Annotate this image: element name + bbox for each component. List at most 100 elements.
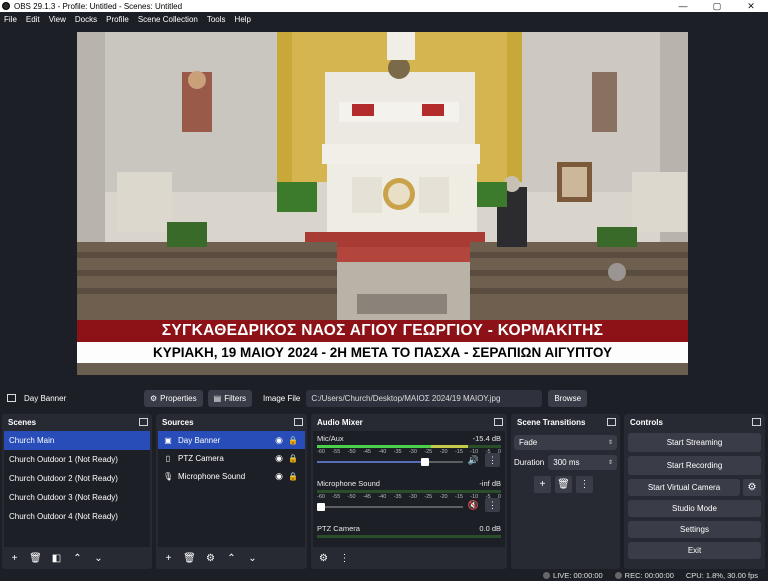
duration-value: 300 ms	[553, 458, 580, 467]
channel-menu-icon[interactable]: ⋮	[485, 498, 500, 512]
image-path-field[interactable]: C:/Users/Church/Desktop/ΜΑΙΟΣ 2024/19 ΜΑ…	[306, 389, 543, 407]
remove-source-trash-icon[interactable]: 🗑	[181, 550, 198, 567]
start-virtual-camera-button[interactable]: Start Virtual Camera	[628, 479, 740, 496]
preview-canvas[interactable]: ΣΥΓΚΑΘΕΔΡΙΚΟΣ ΝΑΟΣ ΑΓΙΟΥ ΓΕΩΡΓΙΟΥ - ΚΟΡΜ…	[77, 32, 688, 375]
undock-icon[interactable]	[139, 418, 148, 426]
undock-icon[interactable]	[494, 418, 503, 426]
duration-spinbox[interactable]: 300 ms ⇕	[548, 455, 617, 470]
controls-header: Controls	[624, 414, 765, 431]
source-properties-gear-icon[interactable]: ⚙	[202, 550, 219, 567]
live-indicator-icon	[543, 571, 551, 579]
visibility-eye-icon[interactable]: ◉	[275, 453, 283, 464]
remove-scene-trash-icon[interactable]: 🗑	[27, 550, 44, 567]
audio-channel: Microphone Sound -inf dB -60 -55 -50 -45 -40…	[313, 476, 505, 521]
menu-file[interactable]: File	[4, 15, 17, 24]
volume-slider[interactable]	[317, 456, 463, 468]
speaker-icon[interactable]: 🔊	[468, 455, 479, 466]
virtual-camera-gear-icon[interactable]: ⚙	[743, 479, 761, 496]
volume-slider[interactable]	[317, 501, 463, 513]
menu-scene-collection[interactable]: Scene Collection	[138, 15, 198, 24]
channel-name: PTZ Camera	[317, 524, 360, 533]
undock-icon[interactable]	[752, 418, 761, 426]
studio-mode-button[interactable]: Studio Mode	[628, 500, 761, 517]
filters-label: Filters	[224, 393, 246, 403]
close-button[interactable]: ✕	[734, 0, 768, 12]
scenes-dock: Scenes Church Main Church Outdoor 1 (Not…	[2, 414, 152, 569]
audio-channel: Mic/Aux -15.4 dB -60 -55 -50 -45 -40 -35 -30 -2…	[313, 431, 505, 476]
preview-area: ΣΥΓΚΑΘΕΔΡΙΚΟΣ ΝΑΟΣ ΑΓΙΟΥ ΓΕΩΡΓΙΟΥ - ΚΟΡΜ…	[0, 26, 768, 384]
audio-channel: PTZ Camera 0.0 dB	[313, 521, 505, 547]
start-recording-button[interactable]: Start Recording	[628, 456, 761, 475]
filters-button[interactable]: ▤ Filters	[207, 389, 252, 407]
move-down-icon[interactable]: ⌄	[90, 550, 107, 567]
scenes-header: Scenes	[2, 414, 152, 431]
menu-tools[interactable]: Tools	[207, 15, 226, 24]
undock-icon[interactable]	[607, 418, 616, 426]
sources-title: Sources	[162, 418, 194, 427]
church-name-banner: ΣΥΓΚΑΘΕΔΡΙΚΟΣ ΝΑΟΣ ΑΓΙΟΥ ΓΕΩΡΓΙΟΥ - ΚΟΡΜ…	[77, 320, 688, 342]
start-streaming-button[interactable]: Start Streaming	[628, 433, 761, 452]
scene-transitions-title: Scene Transitions	[517, 418, 586, 427]
lock-icon[interactable]: 🔒	[288, 454, 298, 463]
channel-level: -15.4 dB	[472, 434, 501, 443]
transition-controls: Fade ⇕ Duration 300 ms ⇕ + 🗑 ⋮	[514, 435, 617, 493]
visibility-eye-icon[interactable]: ◉	[275, 471, 283, 482]
source-label: Day Banner	[178, 435, 221, 445]
source-item[interactable]: ▯ PTZ Camera ◉ 🔒	[158, 449, 305, 467]
source-toolbar: Day Banner ⚙ Properties ▤ Filters Image …	[0, 387, 768, 409]
move-down-icon[interactable]: ⌄	[244, 550, 261, 567]
sources-dock: Sources ▣ Day Banner ◉ 🔒 ▯ PTZ Camera ◉ …	[156, 414, 307, 569]
source-item[interactable]: 🎙 Microphone Sound ◉ 🔒	[158, 467, 305, 485]
menu-docks[interactable]: Docks	[75, 15, 97, 24]
title-bar: OBS 29.1.3 - Profile: Untitled - Scenes:…	[0, 0, 768, 12]
properties-button[interactable]: ⚙ Properties	[144, 389, 203, 407]
scenes-title: Scenes	[8, 418, 37, 427]
window-title: OBS 29.1.3 - Profile: Untitled - Scenes:…	[14, 1, 183, 11]
transition-value: Fade	[519, 438, 538, 447]
transition-menu-icon[interactable]: ⋮	[576, 476, 593, 493]
menu-help[interactable]: Help	[235, 15, 251, 24]
minimize-button[interactable]: —	[666, 0, 700, 12]
lock-icon[interactable]: 🔒	[288, 472, 298, 481]
add-transition-plus-icon[interactable]: +	[534, 476, 551, 493]
add-scene-plus-icon[interactable]: +	[6, 550, 23, 567]
properties-label: Properties	[160, 393, 197, 403]
rec-indicator-icon	[614, 571, 622, 579]
lock-icon[interactable]: 🔒	[288, 436, 298, 445]
status-bar: LIVE: 00:00:00 REC: 00:00:00 CPU: 1.8%, …	[0, 569, 768, 581]
mixer-menu-icon[interactable]: ⋮	[336, 550, 353, 567]
add-source-plus-icon[interactable]: +	[160, 550, 177, 567]
document-icon: ▯	[165, 453, 171, 463]
menu-profile[interactable]: Profile	[106, 15, 129, 24]
scene-item[interactable]: Church Outdoor 1 (Not Ready)	[4, 450, 150, 469]
advanced-audio-gear-icon[interactable]: ⚙	[315, 550, 332, 567]
move-up-icon[interactable]: ⌃	[223, 550, 240, 567]
remove-transition-trash-icon[interactable]: 🗑	[555, 476, 572, 493]
audio-mixer-footer: ⚙ ⋮	[311, 547, 507, 569]
scene-item[interactable]: Church Outdoor 4 (Not Ready)	[4, 507, 150, 526]
scene-filters-icon[interactable]: ◧	[48, 550, 65, 567]
image-icon: ▣	[164, 435, 172, 445]
menu-view[interactable]: View	[49, 15, 66, 24]
undock-icon[interactable]	[294, 418, 303, 426]
transition-select[interactable]: Fade ⇕	[514, 435, 617, 450]
exit-button[interactable]: Exit	[628, 542, 761, 559]
image-file-label: Image File	[262, 393, 301, 403]
controls-buttons: Start Streaming Start Recording Start Vi…	[624, 433, 765, 559]
muted-speaker-icon[interactable]: 🔇	[468, 500, 479, 511]
settings-button[interactable]: Settings	[628, 521, 761, 538]
browse-button[interactable]: Browse	[548, 389, 588, 407]
scene-item[interactable]: Church Outdoor 2 (Not Ready)	[4, 469, 150, 488]
scene-item[interactable]: Church Main	[4, 431, 150, 450]
scene-item[interactable]: Church Outdoor 3 (Not Ready)	[4, 488, 150, 507]
channel-menu-icon[interactable]: ⋮	[485, 453, 500, 467]
microphone-icon: 🎙	[163, 471, 174, 481]
maximize-button[interactable]: ▢	[700, 0, 734, 12]
audio-mixer-title: Audio Mixer	[317, 418, 363, 427]
scene-transitions-header: Scene Transitions	[511, 414, 620, 431]
visibility-eye-icon[interactable]: ◉	[275, 435, 283, 446]
menu-edit[interactable]: Edit	[26, 15, 40, 24]
source-item[interactable]: ▣ Day Banner ◉ 🔒	[158, 431, 305, 449]
move-up-icon[interactable]: ⌃	[69, 550, 86, 567]
controls-dock: Controls Start Streaming Start Recording…	[624, 414, 765, 569]
